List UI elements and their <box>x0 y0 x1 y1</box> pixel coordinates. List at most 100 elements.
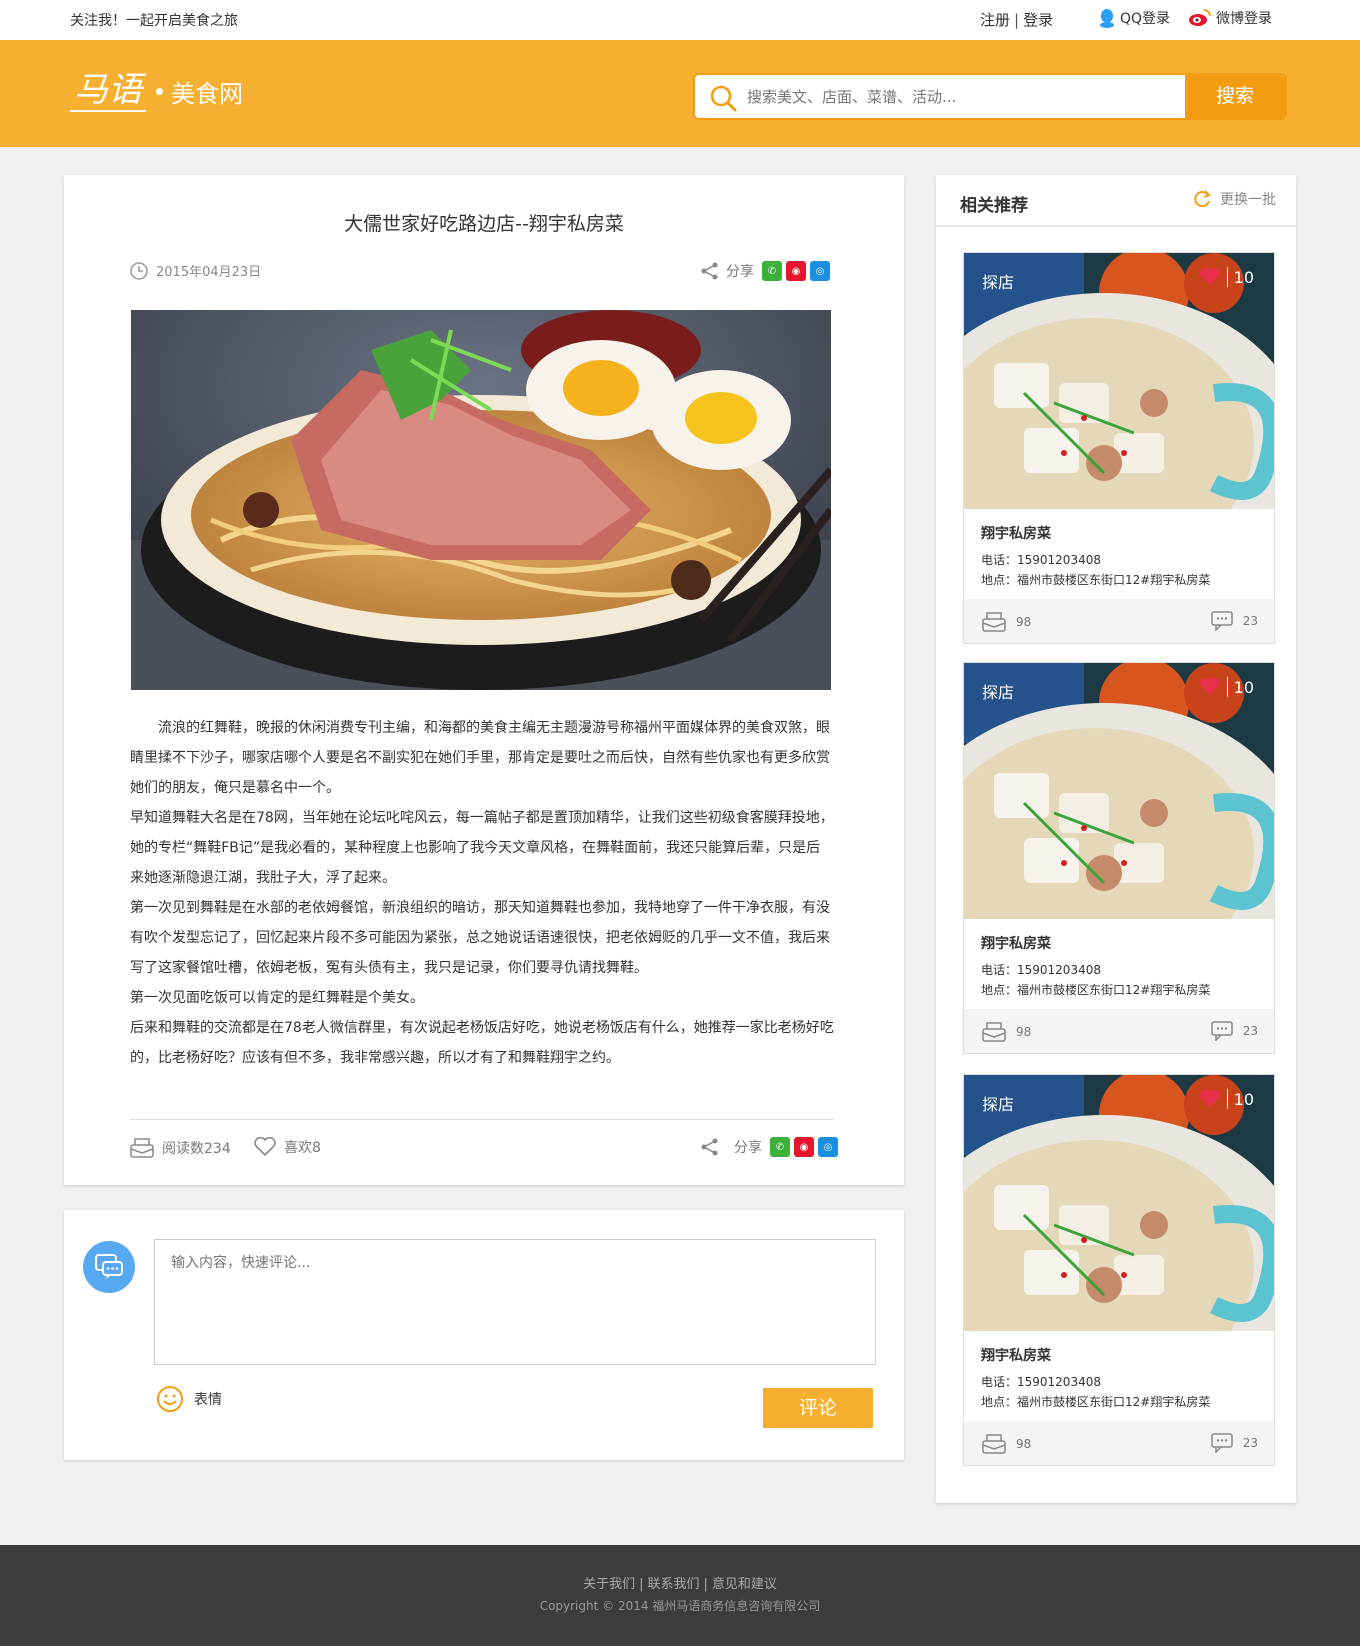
related-sidebar: 相关推荐 更换一批 探店 10 翔宇私房菜 电话：15901203408 地点：… <box>936 175 1296 1503</box>
favorites-count: 10 <box>1233 1089 1254 1109</box>
recommend-stats: 98 23 <box>964 1009 1274 1053</box>
recommend-favorites[interactable]: 10 <box>1199 1089 1254 1109</box>
copyright: Copyright © 2014 福州马语商务信息咨询有限公司 <box>539 1599 821 1613</box>
comment-input[interactable] <box>154 1239 876 1365</box>
reads-icon <box>982 612 1006 632</box>
reads-icon <box>130 1138 154 1158</box>
auth-divider: | <box>1014 11 1020 29</box>
login-link[interactable]: 登录 <box>1023 11 1053 29</box>
recommend-card[interactable]: 探店 10 翔宇私房菜 电话：15901203408 地点：福州市鼓楼区东街口1… <box>963 662 1275 1054</box>
recommend-stats: 98 23 <box>964 1421 1274 1465</box>
reads-icon <box>982 1434 1006 1454</box>
like-button[interactable]: 喜欢8 <box>254 1137 321 1157</box>
recommend-phone: 电话：15901203408 <box>981 963 1101 977</box>
comment-icon <box>1210 1433 1233 1453</box>
search-bar: 搜索 <box>693 73 1287 120</box>
like-count-text: 喜欢8 <box>284 1140 321 1156</box>
recommend-address: 地点：福州市鼓楼区东街口12#翔宇私房菜 <box>981 573 1211 587</box>
article-date: 2015年04月23日 <box>130 261 261 280</box>
footer-feedback-link[interactable]: 意见和建议 <box>712 1577 777 1592</box>
recommend-views-count: 98 <box>1016 1437 1032 1451</box>
weibo-login-link[interactable]: 微博登录 <box>1188 8 1272 28</box>
recommend-card[interactable]: 探店 10 翔宇私房菜 电话：15901203408 地点：福州市鼓楼区东街口1… <box>963 1074 1275 1466</box>
recommend-address: 地点：福州市鼓楼区东街口12#翔宇私房菜 <box>981 983 1211 997</box>
auth-links: 注册 | 登录 <box>980 9 1053 30</box>
comment-icon <box>1210 1021 1233 1041</box>
article-date-text: 2015年04月23日 <box>156 265 262 280</box>
site-header: 马语 美食网 搜索 <box>0 40 1360 147</box>
recommend-views: 98 <box>982 1021 1031 1043</box>
smiley-icon <box>157 1386 183 1412</box>
favorites-count: 10 <box>1233 677 1254 697</box>
emoji-label: 表情 <box>194 1392 222 1408</box>
footer-sep: | <box>703 1577 708 1592</box>
register-link[interactable]: 注册 <box>980 11 1010 29</box>
share-bar-top: 分享 ✆ ◉ ◎ <box>700 261 830 281</box>
comment-submit-button[interactable]: 评论 <box>763 1388 873 1428</box>
tencent-icon[interactable]: ◎ <box>818 1137 838 1157</box>
wechat-icon[interactable]: ✆ <box>770 1137 790 1157</box>
clock-icon <box>130 261 148 280</box>
search-input[interactable] <box>747 75 1177 118</box>
site-logo[interactable]: 马语 美食网 <box>70 70 243 112</box>
tencent-icon[interactable]: ◎ <box>810 261 830 281</box>
recommend-comments-count: 23 <box>1242 614 1258 628</box>
recommend-tag: 探店 <box>982 683 1015 702</box>
comment-card: 表情 评论 <box>64 1210 904 1460</box>
logo-dot <box>156 87 163 95</box>
comment-icon <box>1210 611 1233 631</box>
recommend-views-count: 98 <box>1016 615 1032 629</box>
favorite-heart-icon <box>1199 677 1220 695</box>
article-divider <box>130 1119 834 1120</box>
recommend-stats: 98 23 <box>964 599 1274 643</box>
article-footer-meta: 阅读数234 喜欢8 分享 ✆ ◉ ◎ <box>130 1137 838 1163</box>
emoji-button[interactable]: 表情 <box>156 1385 222 1413</box>
recommend-comments-count: 23 <box>1242 1436 1258 1450</box>
share-label: 分享 <box>734 1140 762 1156</box>
article-card: 大儒世家好吃路边店--翔宇私房菜 2015年04月23日 分享 ✆ ◉ ◎ 流浪… <box>64 175 904 1185</box>
ramen-image <box>131 310 831 690</box>
recommend-views: 98 <box>982 611 1031 633</box>
refresh-icon <box>1194 190 1211 208</box>
favorite-heart-icon <box>1199 267 1220 285</box>
article-title: 大儒世家好吃路边店--翔宇私房菜 <box>344 213 624 235</box>
reads-icon <box>982 1022 1006 1042</box>
refresh-button[interactable]: 更换一批 <box>1192 189 1276 209</box>
weibo-icon <box>1189 9 1211 26</box>
favorites-divider <box>1226 1089 1228 1109</box>
recommend-favorites[interactable]: 10 <box>1199 677 1254 697</box>
recommend-favorites[interactable]: 10 <box>1199 267 1254 287</box>
recommend-views-count: 98 <box>1016 1025 1032 1039</box>
sina-icon[interactable]: ◉ <box>786 261 806 281</box>
share-bar-bottom: 分享 ✆ ◉ ◎ <box>700 1137 838 1157</box>
recommend-comments: 23 <box>1210 1433 1258 1453</box>
sidebar-header: 相关推荐 更换一批 <box>936 175 1296 227</box>
article-photo <box>131 310 831 690</box>
refresh-label: 更换一批 <box>1220 192 1276 208</box>
qq-icon <box>1100 9 1114 28</box>
site-name: 美食网 <box>171 79 243 108</box>
qq-login-link[interactable]: QQ登录 <box>1098 8 1170 28</box>
footer-links: 关于我们 | 联系我们 | 意见和建议 <box>0 1573 1360 1592</box>
avatar <box>83 1241 135 1293</box>
recommend-card[interactable]: 探店 10 翔宇私房菜 电话：15901203408 地点：福州市鼓楼区东街口1… <box>963 252 1275 644</box>
footer-about-link[interactable]: 关于我们 <box>583 1577 635 1592</box>
footer-contact-link[interactable]: 联系我们 <box>647 1577 699 1592</box>
article-paragraph: 后来和舞鞋的交流都是在78老人微信群里，有次说起老杨饭店好吃，她说老杨饭店有什么… <box>130 1020 834 1066</box>
recommend-comments: 23 <box>1210 611 1258 631</box>
recommend-name: 翔宇私房菜 <box>981 936 1051 952</box>
read-count: 阅读数234 <box>130 1137 231 1159</box>
article-paragraph: 流浪的红舞鞋，晚报的休闲消费专刊主编，和海都的美食主编无主题漫游号称福州平面媒体… <box>130 720 830 796</box>
site-footer: 关于我们 | 联系我们 | 意见和建议 Copyright © 2014 福州马语商务信… <box>0 1545 1360 1646</box>
article-paragraph: 第一次见面吃饭可以肯定的是红舞鞋是个美女。 <box>130 990 424 1006</box>
search-button[interactable]: 搜索 <box>1185 75 1285 118</box>
wechat-icon[interactable]: ✆ <box>762 261 782 281</box>
footer-sep: | <box>639 1577 644 1592</box>
favorites-count: 10 <box>1233 267 1254 287</box>
recommend-name: 翔宇私房菜 <box>981 1348 1051 1364</box>
sina-icon[interactable]: ◉ <box>794 1137 814 1157</box>
read-count-text: 阅读数234 <box>162 1141 231 1157</box>
article-paragraph: 第一次见到舞鞋是在水部的老依姆餐馆，新浪组织的暗访，那天知道舞鞋也参加，我特地穿… <box>130 900 830 976</box>
weibo-login-label: 微博登录 <box>1216 11 1272 27</box>
recommend-views: 98 <box>982 1433 1031 1455</box>
